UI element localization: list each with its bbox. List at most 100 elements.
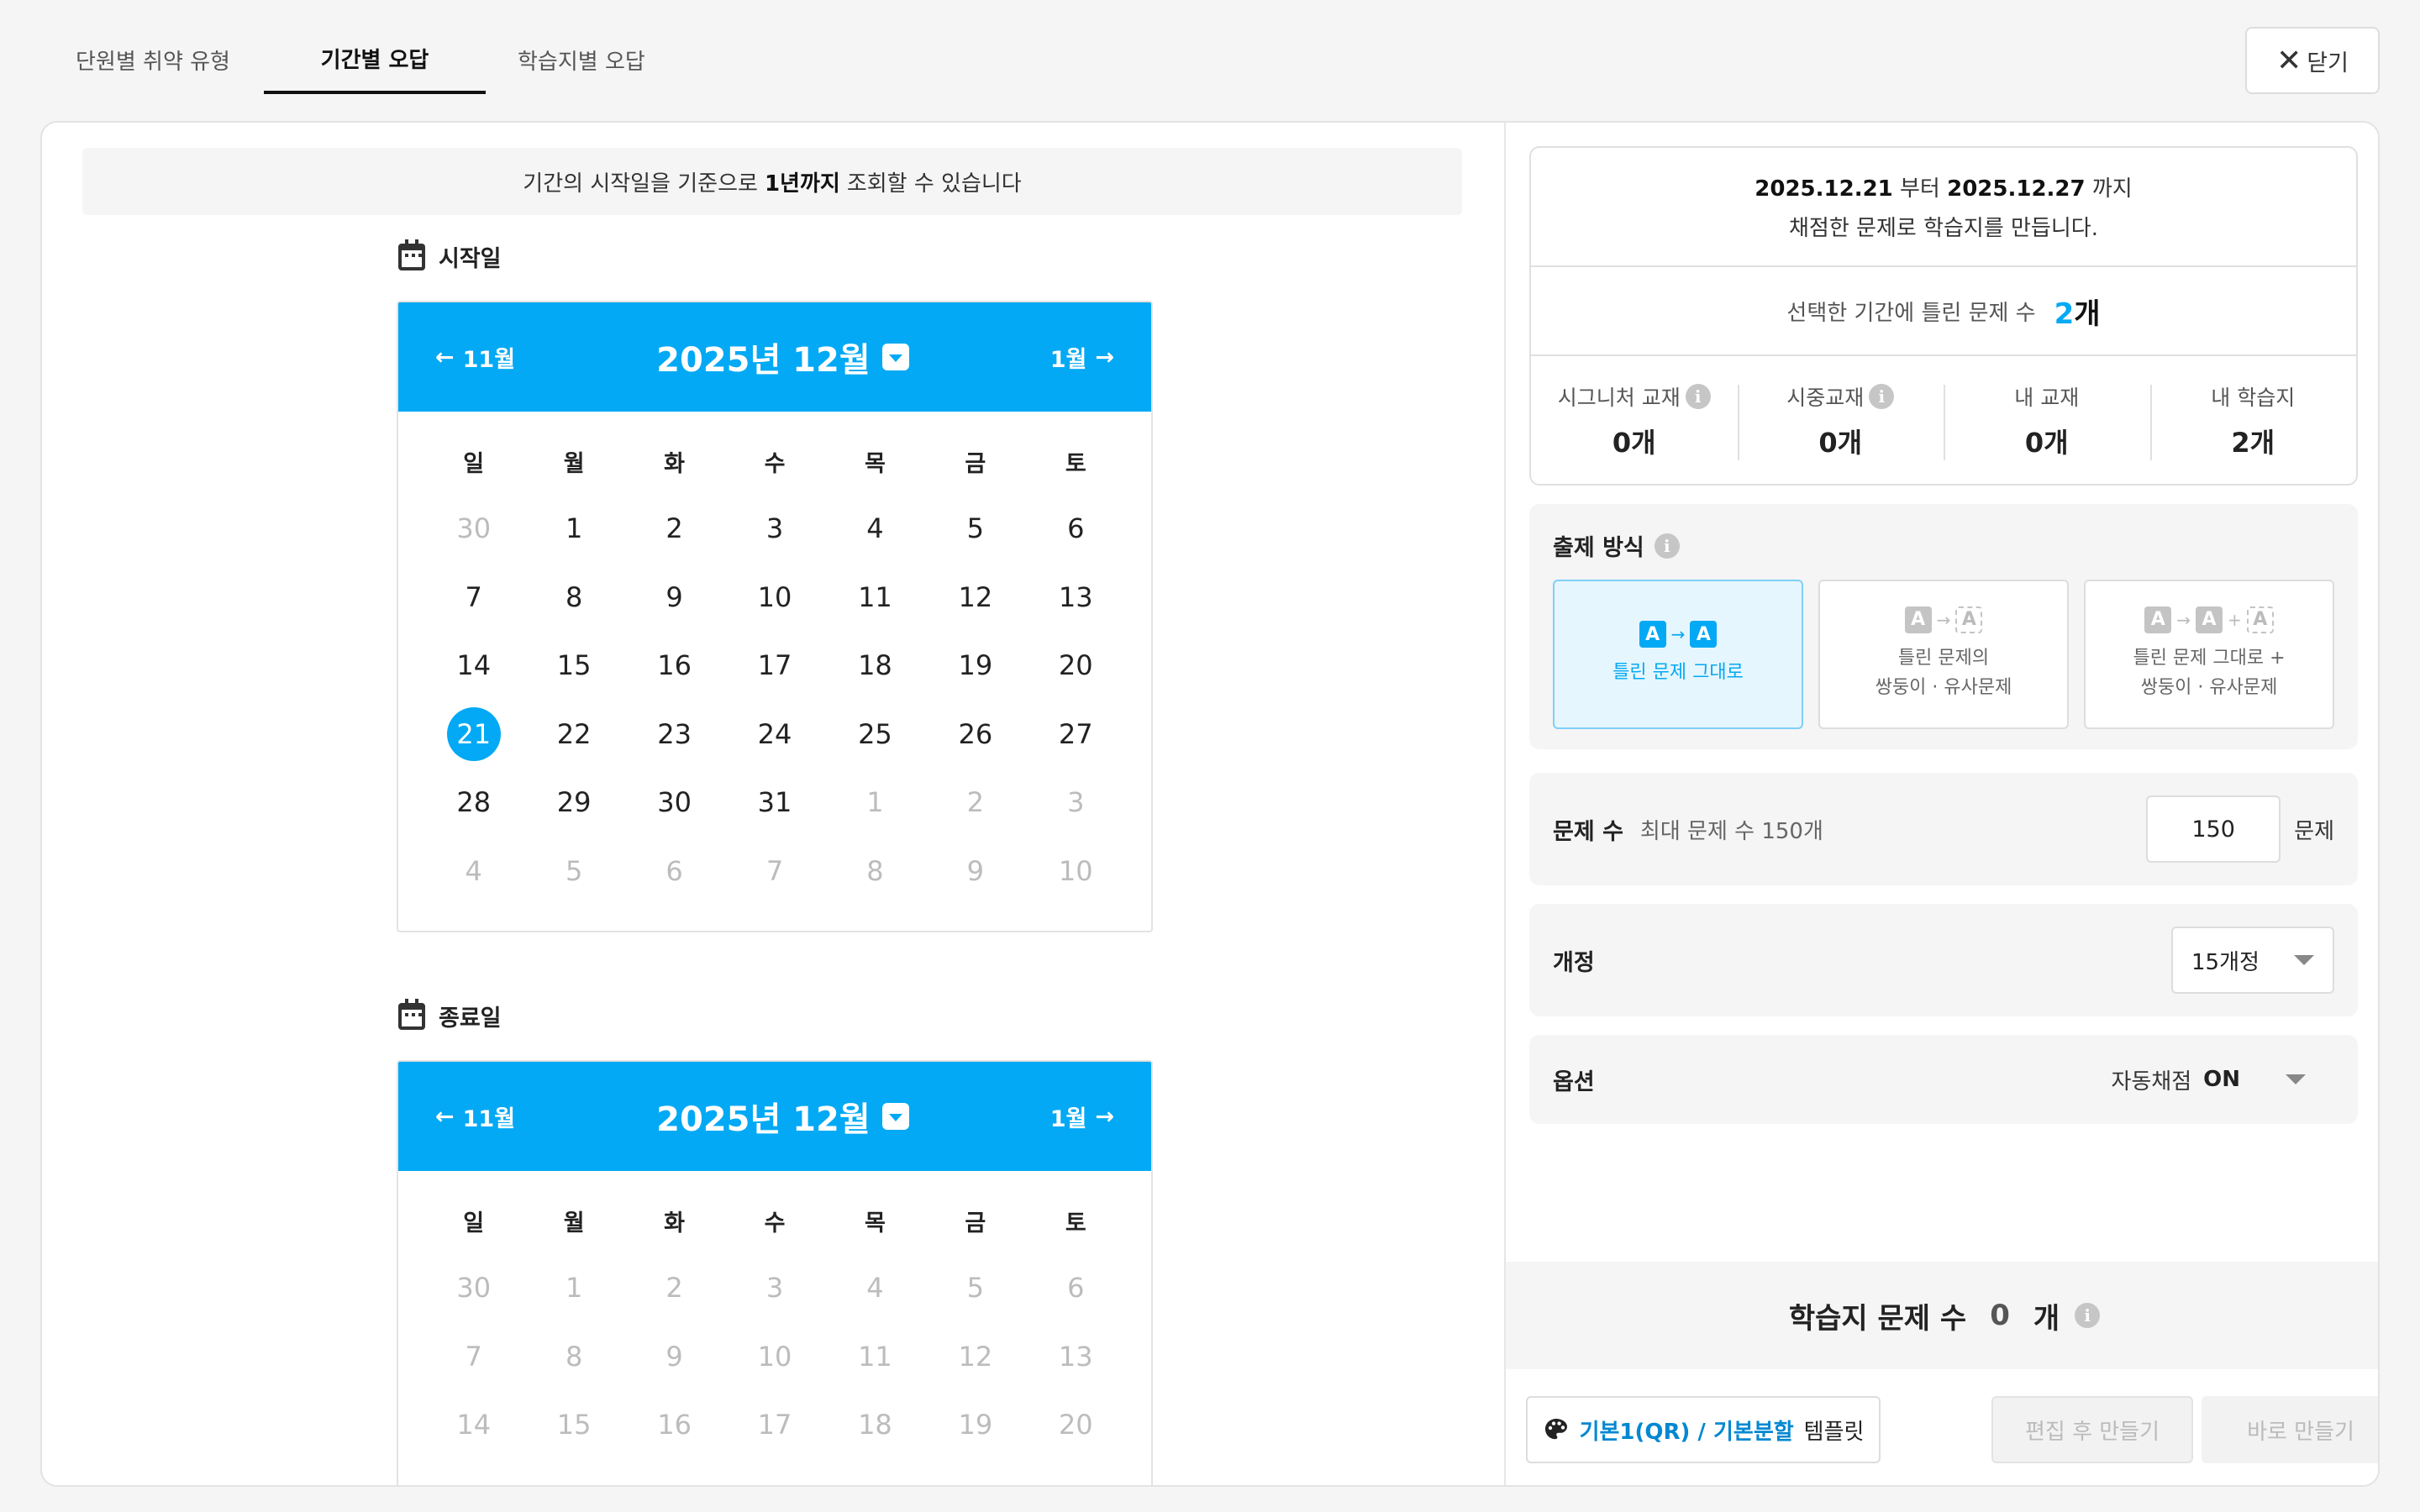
calendar-day[interactable]: 24	[724, 707, 824, 761]
calendar-day[interactable]: 10	[724, 570, 824, 624]
calendar-day[interactable]: 29	[523, 775, 623, 829]
day-number: 8	[866, 854, 884, 887]
calendar-day[interactable]: 2	[624, 1261, 724, 1315]
calendar-day[interactable]: 19	[925, 638, 1025, 692]
calendar-day[interactable]: 4	[825, 1261, 925, 1315]
method-option-both[interactable]: A → A + A 틀린 문제 그대로 + 쌍둥이 · 유사문제	[2084, 580, 2334, 729]
calendar-day[interactable]: 10	[1026, 844, 1126, 898]
auto-grade-value: ON	[2203, 1067, 2240, 1092]
arrow-right-icon: →	[2176, 609, 2191, 630]
calendar-day[interactable]: 1	[523, 501, 623, 555]
calendar-day[interactable]: 11	[825, 1330, 925, 1383]
tab-unit-weakness[interactable]: 단원별 취약 유형	[42, 25, 264, 94]
calendar-day[interactable]: 30	[424, 501, 523, 555]
calendar-day[interactable]: 3	[1026, 775, 1126, 829]
method-illustration: A → A	[1904, 606, 1983, 633]
calendar-day[interactable]: 7	[424, 570, 523, 624]
next-month-button[interactable]: 1월 →	[1050, 341, 1114, 374]
month-selector[interactable]: 2025년 12월	[656, 1092, 909, 1141]
calendar-day[interactable]: 27	[1026, 707, 1126, 761]
calendar-day[interactable]: 14	[424, 1398, 523, 1452]
month-title: 2025년 12월	[656, 1100, 871, 1139]
calendar-day[interactable]: 18	[825, 1398, 925, 1452]
template-button[interactable]: 기본1(QR) / 기본분할 템플릿	[1526, 1396, 1881, 1463]
calendar-day[interactable]: 15	[523, 1398, 623, 1452]
calendar-day[interactable]: 17	[724, 1398, 824, 1452]
plus-icon: +	[2228, 609, 2242, 630]
info-icon[interactable]: i	[1654, 533, 1680, 559]
calendar-day[interactable]: 5	[925, 501, 1025, 555]
options-toggle[interactable]: 자동채점 ON	[2111, 1064, 2334, 1095]
weekday-label: 토	[1065, 1210, 1086, 1236]
calendar-day[interactable]: 8	[825, 844, 925, 898]
revision-value: 15개정	[2191, 949, 2260, 975]
tab-period-wrong[interactable]: 기간별 오답	[264, 25, 486, 94]
info-icon[interactable]: i	[2075, 1303, 2101, 1328]
calendar-day[interactable]: 16	[624, 1398, 724, 1452]
calendar-day[interactable]: 1	[825, 775, 925, 829]
calendar-day[interactable]: 7	[424, 1330, 523, 1383]
prev-month-button[interactable]: ← 11월	[435, 341, 515, 374]
next-month-button[interactable]: 1월 →	[1050, 1100, 1114, 1133]
calendar-day[interactable]: 17	[724, 638, 824, 692]
calendar-day[interactable]: 9	[925, 844, 1025, 898]
calendar-day[interactable]: 3	[724, 501, 824, 555]
calendar-day[interactable]: 4	[424, 844, 523, 898]
calendar-day[interactable]: 15	[523, 638, 623, 692]
calendar-day[interactable]: 9	[624, 570, 724, 624]
calendar-day[interactable]: 1	[523, 1261, 623, 1315]
calendar-day[interactable]: 13	[1026, 1330, 1126, 1383]
make-now-button[interactable]: 바로 만들기	[2202, 1396, 2378, 1463]
close-button[interactable]: ✕ 닫기	[2245, 27, 2380, 94]
calendar-day[interactable]: 10	[724, 1330, 824, 1383]
method-option-similar[interactable]: A → A 틀린 문제의 쌍둥이 · 유사문제	[1818, 580, 2069, 729]
calendar-day[interactable]: 30	[424, 1261, 523, 1315]
calendar-day[interactable]: 2	[624, 501, 724, 555]
action-footer: 기본1(QR) / 기본분할 템플릿 편집 후 만들기 바로 만들기	[1506, 1369, 2378, 1485]
info-icon[interactable]: i	[1685, 384, 1711, 409]
problem-count-input[interactable]	[2146, 795, 2281, 863]
calendar-day[interactable]: 26	[925, 707, 1025, 761]
weekday-label: 금	[965, 1210, 986, 1236]
calendar-day[interactable]: 18	[825, 638, 925, 692]
calendar-day[interactable]: 23	[624, 707, 724, 761]
letter-a-icon: A	[1904, 606, 1932, 633]
calendar-day[interactable]: 8	[523, 570, 623, 624]
worksheet-total: 학습지 문제 수 0 개 i	[1506, 1262, 2378, 1369]
calendar-day[interactable]: 31	[724, 775, 824, 829]
calendar-day[interactable]: 21	[424, 706, 523, 761]
calendar-day[interactable]: 9	[624, 1330, 724, 1383]
calendar-day[interactable]: 6	[1026, 501, 1126, 555]
calendar-day[interactable]: 14	[424, 638, 523, 692]
calendar-day[interactable]: 6	[1026, 1261, 1126, 1315]
revision-select[interactable]: 15개정	[2171, 927, 2334, 994]
calendar-day[interactable]: 7	[724, 844, 824, 898]
prev-month-button[interactable]: ← 11월	[435, 1100, 515, 1133]
calendar-day[interactable]: 8	[523, 1330, 623, 1383]
calendar-day[interactable]: 19	[925, 1398, 1025, 1452]
method-option-same[interactable]: A → A 틀린 문제 그대로	[1553, 580, 1803, 729]
calendar-day[interactable]: 20	[1026, 638, 1126, 692]
info-icon[interactable]: i	[1869, 384, 1895, 409]
calendar-day[interactable]: 12	[925, 1330, 1025, 1383]
calendar-day[interactable]: 4	[825, 501, 925, 555]
calendar-day[interactable]: 2	[925, 775, 1025, 829]
calendar-day[interactable]: 16	[624, 638, 724, 692]
calendar-day[interactable]: 30	[624, 775, 724, 829]
calendar-day[interactable]: 6	[624, 844, 724, 898]
edit-then-make-button[interactable]: 편집 후 만들기	[1991, 1396, 2193, 1463]
calendar-day[interactable]: 11	[825, 570, 925, 624]
calendar-day[interactable]: 12	[925, 570, 1025, 624]
calendar-day[interactable]: 22	[523, 707, 623, 761]
calendar-day[interactable]: 3	[724, 1261, 824, 1315]
calendar-day[interactable]: 20	[1026, 1398, 1126, 1452]
calendar-day[interactable]: 13	[1026, 570, 1126, 624]
calendar-day[interactable]: 25	[825, 707, 925, 761]
calendar-day[interactable]: 5	[523, 844, 623, 898]
weekday-row: 일월화수목금토	[398, 1171, 1151, 1237]
calendar-day[interactable]: 5	[925, 1261, 1025, 1315]
tab-worksheet-wrong[interactable]: 학습지별 오답	[486, 25, 677, 94]
calendar-day[interactable]: 28	[424, 775, 523, 829]
month-selector[interactable]: 2025년 12월	[656, 333, 909, 381]
day-number: 28	[456, 786, 492, 818]
